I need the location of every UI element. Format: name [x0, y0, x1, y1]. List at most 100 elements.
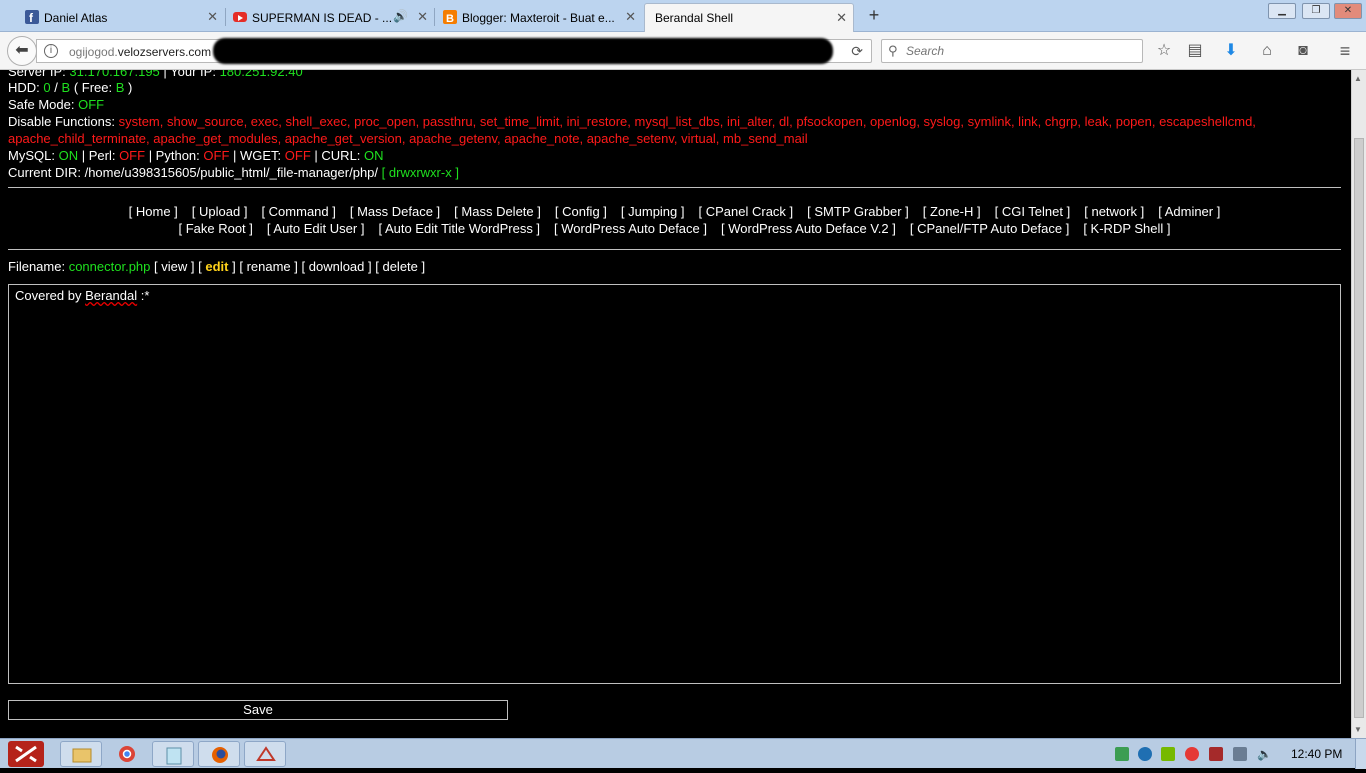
- home-icon[interactable]: ⌂: [1256, 41, 1278, 61]
- menu-smtp-grabber[interactable]: [ SMTP Grabber ]: [807, 204, 909, 219]
- wget-status: OFF: [284, 148, 311, 163]
- download-link[interactable]: [ download ]: [302, 259, 372, 274]
- tab-daniel-atlas[interactable]: f Daniel Atlas ✕: [18, 3, 224, 32]
- server-ip-value: 31.170.167.195: [69, 70, 160, 79]
- menu-row-2: [ Fake Root ] [ Auto Edit User ] [ Auto Ed…: [8, 220, 1341, 237]
- system-clock[interactable]: 12:40 PM: [1291, 747, 1342, 761]
- menu-fake-root[interactable]: [ Fake Root ]: [178, 221, 252, 236]
- hdd-free: B: [115, 80, 125, 95]
- show-desktop-button[interactable]: [1355, 739, 1366, 769]
- search-input[interactable]: [906, 43, 1136, 59]
- menu-command[interactable]: [ Command ]: [261, 204, 335, 219]
- scrollbar-thumb[interactable]: [1354, 138, 1364, 718]
- download-icon[interactable]: ⬇: [1220, 41, 1242, 61]
- menu-k-rdp-shell[interactable]: [ K-RDP Shell ]: [1083, 221, 1170, 236]
- curl-label: | CURL:: [314, 148, 361, 163]
- tab-label: Berandal Shell: [655, 11, 734, 25]
- url-text: ogijogod.velozservers.com: [69, 45, 211, 59]
- shell-page: Server IP: 31.170.167.195 | Your IP: 180…: [0, 70, 1351, 738]
- speaker-icon[interactable]: 🔊: [393, 9, 408, 23]
- your-ip-label: Your IP:: [170, 70, 216, 79]
- app-icon[interactable]: [244, 741, 286, 767]
- current-dir-label: Current DIR:: [8, 165, 81, 180]
- menu-mass-deface[interactable]: [ Mass Deface ]: [350, 204, 440, 219]
- sync-icon[interactable]: [1138, 747, 1152, 761]
- bracket: [: [381, 165, 386, 180]
- menu-adminer[interactable]: [ Adminer ]: [1158, 204, 1220, 219]
- perl-label: | Perl:: [81, 148, 116, 163]
- pocket-icon[interactable]: ◙: [1292, 41, 1314, 61]
- back-arrow-icon: ⬅: [15, 42, 29, 59]
- scroll-down-arrow-icon[interactable]: ▼: [1354, 725, 1362, 734]
- disable-functions-list-cont: apache_child_terminate, apache_get_modul…: [8, 131, 808, 146]
- perl-status: OFF: [119, 148, 146, 163]
- scroll-up-arrow-icon[interactable]: ▲: [1354, 74, 1362, 83]
- menu-network[interactable]: [ network ]: [1084, 204, 1144, 219]
- file-content-editor[interactable]: Covered by Berandal :*: [8, 284, 1341, 684]
- menu-jumping[interactable]: [ Jumping ]: [621, 204, 685, 219]
- delete-link[interactable]: [ delete ]: [375, 259, 425, 274]
- wget-label: | WGET:: [233, 148, 282, 163]
- chrome-icon[interactable]: [106, 741, 148, 767]
- menu-auto-edit-user[interactable]: [ Auto Edit User ]: [267, 221, 365, 236]
- search-box[interactable]: ⚲: [881, 39, 1143, 63]
- new-tab-button[interactable]: +: [864, 6, 884, 26]
- tab-label: Blogger: Maxteroit - Buat e...: [462, 10, 615, 25]
- dir-permissions: drwxrwxr-x: [388, 165, 452, 180]
- url-bar[interactable]: i ogijogod.velozservers.com ⟳: [36, 38, 872, 64]
- tab-label: SUPERMAN IS DEAD - ...: [252, 10, 393, 25]
- nvidia-icon[interactable]: [1161, 747, 1175, 761]
- close-icon[interactable]: ✕: [207, 10, 218, 24]
- editor-text-misspelled: Berandal: [85, 288, 138, 303]
- rename-link[interactable]: [ rename ]: [239, 259, 298, 274]
- current-dir-path[interactable]: /home/u398315605/public_html/_file-manag…: [85, 165, 378, 180]
- close-icon[interactable]: ✕: [417, 10, 428, 24]
- network-icon[interactable]: [1233, 747, 1247, 761]
- menu-cgi-telnet[interactable]: [ CGI Telnet ]: [995, 204, 1071, 219]
- bracket: ]: [232, 259, 236, 274]
- file-explorer-icon[interactable]: [60, 741, 102, 767]
- menu-config[interactable]: [ Config ]: [555, 204, 607, 219]
- menu-cpanel-crack[interactable]: [ CPanel Crack ]: [699, 204, 794, 219]
- divider: [8, 249, 1341, 250]
- view-link[interactable]: [ view ]: [154, 259, 194, 274]
- window-close-button[interactable]: ✕: [1334, 3, 1362, 19]
- menu-auto-edit-title-wordpress[interactable]: [ Auto Edit Title WordPress ]: [378, 221, 540, 236]
- volume-icon[interactable]: 🔈: [1257, 747, 1272, 761]
- browser-tab-bar: f Daniel Atlas ✕ SUPERMAN IS DEAD - ... …: [0, 0, 1366, 32]
- minimize-button[interactable]: ▁: [1268, 3, 1296, 19]
- menu-wordpress-auto-deface-v2[interactable]: [ WordPress Auto Deface V.2 ]: [721, 221, 896, 236]
- safe-mode-label: Safe Mode:: [8, 97, 75, 112]
- monitor-icon[interactable]: [1209, 747, 1223, 761]
- tab-blogger[interactable]: B Blogger: Maxteroit - Buat e... ✕: [436, 3, 642, 32]
- maximize-button[interactable]: ❐: [1302, 3, 1330, 19]
- firefox-icon[interactable]: [198, 741, 240, 767]
- dota2-icon[interactable]: [8, 741, 44, 767]
- menu-mass-delete[interactable]: [ Mass Delete ]: [454, 204, 541, 219]
- menu-upload[interactable]: [ Upload ]: [192, 204, 248, 219]
- google-drive-icon[interactable]: [1115, 747, 1129, 761]
- menu-wordpress-auto-deface[interactable]: [ WordPress Auto Deface ]: [554, 221, 707, 236]
- tab-superman-is-dead[interactable]: SUPERMAN IS DEAD - ... 🔊 ✕: [226, 3, 434, 32]
- save-button[interactable]: Save: [8, 700, 508, 720]
- reload-icon[interactable]: ⟳: [851, 43, 863, 60]
- search-icon: ⚲: [888, 43, 898, 58]
- menu-home[interactable]: [ Home ]: [129, 204, 178, 219]
- tab-berandal-shell[interactable]: Berandal Shell ✕: [644, 3, 854, 32]
- svg-text:B: B: [446, 13, 454, 24]
- edit-link[interactable]: edit: [205, 259, 228, 274]
- menu-icon[interactable]: ≡: [1334, 41, 1356, 61]
- bookmark-star-icon[interactable]: ☆: [1153, 41, 1175, 61]
- notepad-icon[interactable]: [152, 741, 194, 767]
- ccleaner-icon[interactable]: [1185, 747, 1199, 761]
- info-icon[interactable]: i: [44, 44, 58, 58]
- back-button[interactable]: ⬅: [7, 36, 37, 66]
- vertical-scrollbar[interactable]: ▲ ▼: [1351, 70, 1366, 738]
- close-icon[interactable]: ✕: [836, 11, 847, 25]
- menu-cpanel-ftp-auto-deface[interactable]: [ CPanel/FTP Auto Deface ]: [910, 221, 1069, 236]
- browser-nav-bar: i ogijogod.velozservers.com ⟳ ⬅ ⚲ ☆ ▤ ⬇ …: [0, 32, 1366, 70]
- reading-list-icon[interactable]: ▤: [1184, 41, 1206, 61]
- menu-zone-h[interactable]: [ Zone-H ]: [923, 204, 981, 219]
- close-icon[interactable]: ✕: [625, 10, 636, 24]
- python-label: | Python:: [148, 148, 200, 163]
